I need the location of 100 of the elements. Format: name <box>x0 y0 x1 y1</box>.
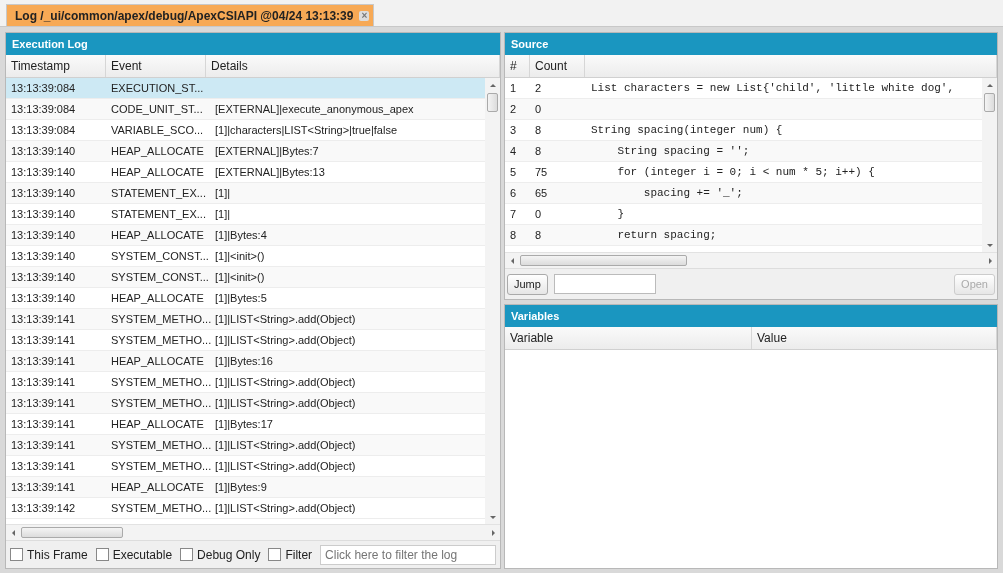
table-cell-text: 13:13:39:140 <box>10 229 77 241</box>
table-cell-text: 13:13:39:141 <box>10 313 77 325</box>
vertical-scrollbar[interactable] <box>485 78 500 524</box>
line-number: 5 <box>509 166 518 178</box>
code-line: List characters = new List{'child', 'little white dog', <box>590 82 955 94</box>
log-row[interactable]: 13:13:39:141 SYSTEM_METHO... [1]|LIST<String>.add(Object) <box>6 393 485 414</box>
table-cell-text: 13:13:39:140 <box>10 166 77 178</box>
vertical-scrollbar[interactable] <box>982 78 997 252</box>
table-cell-text: [1]|<init>() <box>214 271 266 283</box>
table-cell-text: STATEMENT_EX... <box>110 208 207 220</box>
horizontal-scrollbar[interactable] <box>6 524 500 540</box>
line-number: 7 <box>509 208 518 220</box>
table-cell-text: SYSTEM_METHO... <box>110 334 210 346</box>
log-row[interactable]: 13:13:39:084 EXECUTION_ST... <box>6 78 485 99</box>
table-cell-text: [1]|LIST<String>.add(Object) <box>214 502 357 514</box>
table-cell-text: [1]|LIST<String>.add(Object) <box>214 313 357 325</box>
table-cell-text: SYSTEM_CONST... <box>110 250 210 262</box>
column-header[interactable]: Count <box>530 55 585 77</box>
table-cell-text: [EXTERNAL]|Bytes:13 <box>214 166 326 178</box>
log-row[interactable]: 13:13:39:140 STATEMENT_EX... [1]| <box>6 183 485 204</box>
table-cell-text: HEAP_ALLOCATE <box>110 166 205 178</box>
jump-button[interactable]: Jump <box>507 273 548 295</box>
table-cell-text: 13:13:39:084 <box>10 103 77 115</box>
table-cell-text: [1]|<init>() <box>214 250 266 262</box>
table-cell-text: 13:13:39:141 <box>10 439 77 451</box>
table-cell-text: [EXTERNAL]|execute_anonymous_apex <box>214 103 415 115</box>
table-cell-text: 8 <box>534 229 543 241</box>
code-line: } <box>616 208 624 220</box>
column-header[interactable]: Details <box>206 55 500 77</box>
table-cell-text: HEAP_ALLOCATE <box>110 229 205 241</box>
line-number: 8 <box>509 229 518 241</box>
table-cell-text: [1]| <box>214 187 232 199</box>
column-header[interactable]: Variable <box>505 327 752 349</box>
table-cell-text: 13:13:39:142 <box>10 502 77 514</box>
checkbox[interactable] <box>268 548 282 561</box>
table-cell-text: HEAP_ALLOCATE <box>110 418 205 430</box>
line-number: 4 <box>509 145 518 157</box>
table-cell-text: HEAP_ALLOCATE <box>110 292 205 304</box>
table-cell-text: SYSTEM_CONST... <box>110 271 210 283</box>
code-line: return spacing; <box>616 229 717 241</box>
table-cell-text: 13:13:39:140 <box>10 271 77 283</box>
code-line: String spacing(integer num) { <box>590 124 783 136</box>
checkbox-label[interactable]: Filter <box>285 547 313 562</box>
table-cell-text: 13:13:39:141 <box>10 418 77 430</box>
log-row[interactable]: 13:13:39:140 HEAP_ALLOCATE [EXTERNAL]|Bytes:7 <box>6 141 485 162</box>
filter-field[interactable]: Click here to filter the log <box>320 544 496 565</box>
table-cell-text: 13:13:39:141 <box>10 355 77 367</box>
table-cell-text: 75 <box>534 166 549 178</box>
line-number: 6 <box>509 187 518 199</box>
column-header[interactable]: Timestamp <box>6 55 106 77</box>
log-row[interactable]: 13:13:39:084 CODE_UNIT_ST... [EXTERNAL]|execute_anonymous_apex <box>6 99 485 120</box>
table-cell-text: [1]|LIST<String>.add(Object) <box>214 397 357 409</box>
log-row[interactable]: 13:13:39:141 SYSTEM_METHO... [1]|LIST<String>.add(Object) <box>6 435 485 456</box>
log-row[interactable]: 13:13:39:140 HEAP_ALLOCATE [1]|Bytes:4 <box>6 225 485 246</box>
table-cell-text: [1]|LIST<String>.add(Object) <box>214 460 357 472</box>
table-cell-text: 13:13:39:140 <box>10 187 77 199</box>
line-number: 1 <box>509 82 518 94</box>
table-cell-text: 13:13:39:141 <box>10 397 77 409</box>
horizontal-scrollbar[interactable] <box>505 252 997 268</box>
table-cell-text: 13:13:39:140 <box>10 208 77 220</box>
column-header[interactable]: # <box>505 55 530 77</box>
table-cell-text: HEAP_ALLOCATE <box>110 481 205 493</box>
column-header[interactable]: Value <box>752 327 997 349</box>
checkbox[interactable] <box>180 548 194 561</box>
checkbox-label[interactable]: Executable <box>112 547 173 562</box>
table-cell-text: [1]|Bytes:5 <box>214 292 268 304</box>
table-cell-text: 13:13:39:141 <box>10 460 77 472</box>
log-row[interactable]: 13:13:39:141 HEAP_ALLOCATE [1]|Bytes:9 <box>6 477 485 498</box>
table-cell-text: 8 <box>534 145 543 157</box>
table-cell-text: SYSTEM_METHO... <box>110 502 210 514</box>
line-field[interactable] <box>553 274 656 294</box>
table-cell-text: SYSTEM_METHO... <box>110 460 210 472</box>
table-cell-text: [1]|Bytes:16 <box>214 355 274 367</box>
table-cell-text: HEAP_ALLOCATE <box>110 355 205 367</box>
table-cell-text: SYSTEM_METHO... <box>110 313 210 325</box>
table-cell-text: [1]|Bytes:4 <box>214 229 268 241</box>
log-row[interactable]: 13:13:39:141 HEAP_ALLOCATE [1]|Bytes:16 <box>6 351 485 372</box>
table-cell-text: SYSTEM_METHO... <box>110 397 210 409</box>
table-cell-text: [1]|Bytes:17 <box>214 418 274 430</box>
table-cell-text: 0 <box>534 103 543 115</box>
code-line: for (integer i = 0; i < num * 5; i++) { <box>616 166 875 178</box>
table-cell-text: HEAP_ALLOCATE <box>110 145 205 157</box>
table-cell-text: 13:13:39:140 <box>10 292 77 304</box>
table-cell-text: [1]|LIST<String>.add(Object) <box>214 376 357 388</box>
checkbox[interactable] <box>95 548 109 561</box>
checkbox[interactable] <box>10 548 23 561</box>
table-cell-text: [1]|characters|LIST<String>|true|false <box>214 124 398 136</box>
log-row[interactable]: 13:13:39:140 SYSTEM_CONST... [1]|<init>() <box>6 267 485 288</box>
code-line: String spacing = ''; <box>616 145 750 157</box>
table-cell-text: [1]| <box>214 208 232 220</box>
table-cell-text: SYSTEM_METHO... <box>110 376 210 388</box>
table-cell-text: [1]|Bytes:9 <box>214 481 268 493</box>
table-cell-text: 0 <box>534 208 543 220</box>
checkbox-label[interactable]: Debug Only <box>197 547 261 562</box>
checkbox-label[interactable]: This Frame <box>27 547 88 562</box>
log-tab[interactable]: Log /_ui/common/apex/debug/ApexCSIAPI @04/24 13:13:39 × <box>6 4 375 26</box>
column-header[interactable]: Event <box>106 55 206 77</box>
table-cell-text: CODE_UNIT_ST... <box>110 103 204 115</box>
table-cell-text: 13:13:39:084 <box>10 124 77 136</box>
log-row[interactable]: 13:13:39:141 SYSTEM_METHO... [1]|LIST<String>.add(Object) <box>6 309 485 330</box>
